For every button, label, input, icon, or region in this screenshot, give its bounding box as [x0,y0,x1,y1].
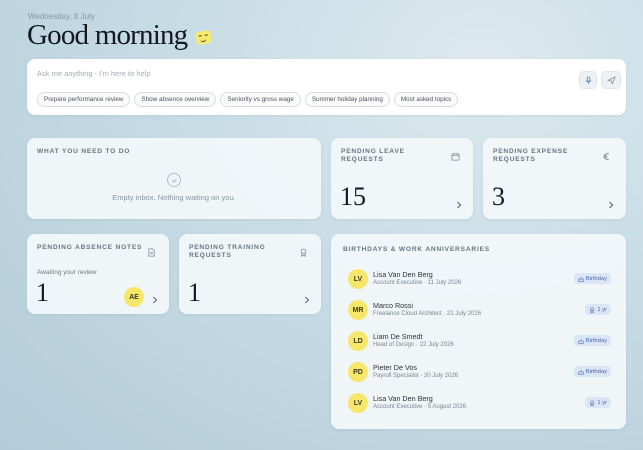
chip-holiday-planning[interactable]: Summer holiday planning [304,92,390,107]
avatar: PD [348,362,368,382]
badge-label: Birthday [585,368,607,375]
person-detail: Freelance Cloud Architect · 21 July 2026 [373,311,482,317]
todo-card: WHAT YOU NEED TO DO Empty inbox. Nothing… [27,138,321,219]
suggestion-chips: Prepare performance review Show absence … [37,92,459,107]
person-name: Marco Rossi [373,301,413,310]
todo-title: WHAT YOU NEED TO DO [37,148,131,155]
cake-icon [578,276,584,282]
leave-requests-count: 15 [340,182,366,211]
awaiting-review-label: Awaiting your review [37,269,97,276]
calendar-icon [451,152,460,161]
sticker-face-icon [195,30,213,45]
avatar: LV [348,393,368,413]
training-requests-count: 1 [188,278,201,307]
document-icon [148,248,155,257]
person-name: Pieter De Vos [373,363,417,372]
badge-label: Birthday [585,275,607,282]
chevron-right-icon[interactable] [608,201,614,209]
absence-notes-card[interactable]: PENDING ABSENCE NOTES Awaiting your revi… [27,234,169,314]
leave-requests-title: PENDING LEAVE REQUESTS [341,148,405,163]
chip-performance-review[interactable]: Prepare performance review [37,92,131,107]
training-requests-card[interactable]: PENDING TRAINING REQUESTS 1 [179,234,321,314]
status-badge: Birthday [573,335,611,346]
cake-icon [578,369,584,375]
list-item[interactable]: MR Marco Rossi Freelance Cloud Architect… [346,300,611,331]
empty-inbox-text: Empty inbox. Nothing waiting on you. [112,193,236,202]
list-item[interactable]: LV Lisa Van Den Berg Account Executive ·… [346,393,611,424]
send-icon [606,75,616,85]
expense-requests-title: PENDING EXPENSE REQUESTS [493,148,569,163]
avatar: MR [348,300,368,320]
person-detail: Payroll Specialist · 30 July 2026 [373,373,459,379]
greeting-title: Good morning [27,19,188,51]
person-name: Lisa Van Den Berg [373,394,433,403]
absence-notes-title: PENDING ABSENCE NOTES [37,244,143,251]
award-icon [590,306,595,313]
list-item[interactable]: LV Lisa Van Den Berg Account Executive ·… [346,269,611,300]
leave-requests-card[interactable]: PENDING LEAVE REQUESTS 15 [331,138,473,219]
status-badge: Birthday [573,273,611,284]
euro-icon [603,153,609,160]
birthdays-list: LV Lisa Van Den Berg Account Executive ·… [346,269,611,424]
chip-seniority-wage[interactable]: Seniority vs gross wage [220,92,301,107]
birthdays-title: BIRTHDAYS & WORK ANNIVERSARIES [343,246,490,253]
chevron-right-icon[interactable] [304,296,310,304]
training-requests-title: PENDING TRAINING REQUESTS [189,244,266,259]
microphone-button[interactable] [579,71,597,89]
status-badge: 1 yr [585,304,611,315]
check-circle-icon [167,173,181,187]
microphone-icon [585,75,591,84]
award-icon [300,248,307,257]
badge-label: 1 yr [597,306,607,313]
ask-panel: Ask me anything - I'm here to help Prepa… [27,59,626,115]
list-item[interactable]: PD Pieter De Vos Payroll Specialist · 30… [346,362,611,393]
absence-notes-count: 1 [36,278,49,307]
chip-absence-overview[interactable]: Show absence overview [134,92,217,107]
greeting-row: Good morning [27,19,213,52]
person-detail: Account Executive · 5 August 2026 [373,404,467,410]
expense-requests-count: 3 [492,182,505,211]
badge-label: Birthday [585,337,607,344]
chip-most-asked[interactable]: Most asked topics [393,92,459,107]
person-name: Liam De Smedt [373,332,423,341]
cake-icon [578,338,584,344]
birthdays-card: BIRTHDAYS & WORK ANNIVERSARIES LV Lisa V… [331,234,626,429]
avatar: LV [348,269,368,289]
person-detail: Head of Design · 22 July 2026 [373,342,454,348]
avatar[interactable]: AE [124,287,144,307]
status-badge: 1 yr [585,397,611,408]
chevron-right-icon[interactable] [456,201,462,209]
list-item[interactable]: LD Liam De Smedt Head of Design · 22 Jul… [346,331,611,362]
chevron-right-icon[interactable] [152,296,158,304]
person-detail: Account Executive · 11 July 2026 [373,280,462,286]
award-icon [590,399,595,406]
status-badge: Birthday [573,366,611,377]
ask-input[interactable]: Ask me anything - I'm here to help [37,69,151,78]
send-button[interactable] [601,71,621,89]
avatar: LD [348,331,368,351]
person-name: Lisa Van Den Berg [373,270,433,279]
badge-label: 1 yr [597,399,607,406]
expense-requests-card[interactable]: PENDING EXPENSE REQUESTS 3 [483,138,626,219]
